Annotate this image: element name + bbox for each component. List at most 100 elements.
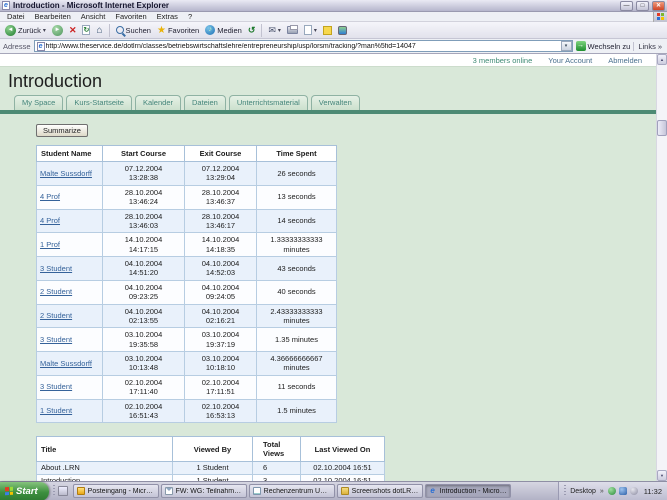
go-button[interactable]: → Wechseln zu xyxy=(575,41,630,51)
edit-dropdown-icon: ▾ xyxy=(313,27,317,34)
session-exit-cell-time: 17:11:51 xyxy=(206,387,235,397)
menu-item-extras[interactable]: Extras xyxy=(152,12,183,21)
vertical-scrollbar[interactable]: ▲ ▼ xyxy=(656,54,667,481)
start-button[interactable]: Start xyxy=(0,481,49,500)
home-button[interactable]: ⌂ xyxy=(94,24,104,37)
links-toolbar[interactable]: Links » xyxy=(633,41,664,51)
session-exit-cell: 14.10.2004 14:18:35 xyxy=(184,232,257,257)
page-title: Introduction xyxy=(8,71,103,91)
search-icon xyxy=(115,26,124,34)
tray-grip[interactable] xyxy=(564,485,567,497)
student-link[interactable]: 3 Student xyxy=(40,382,72,391)
session-row: 4 Prof 28.10.2004 13:46:03 28.10.2004 13:46:… xyxy=(36,208,337,234)
tray-chevron-icon[interactable]: » xyxy=(600,488,604,495)
student-link[interactable]: 1 Student xyxy=(40,406,72,415)
tray-volume-icon[interactable] xyxy=(629,487,638,495)
tray-status-green-icon[interactable] xyxy=(607,487,616,495)
close-button[interactable]: ✕ xyxy=(652,0,665,11)
media-button[interactable]: ♪ Medien xyxy=(203,24,244,36)
student-link[interactable]: Malte Sussdorff xyxy=(40,169,92,178)
menu-item-ansicht[interactable]: Ansicht xyxy=(76,12,111,21)
student-link[interactable]: 4 Prof xyxy=(40,192,60,201)
history-button[interactable]: ↺ xyxy=(246,24,258,37)
quick-launch-grip[interactable] xyxy=(52,485,55,497)
student-link[interactable]: Malte Sussdorff xyxy=(40,359,92,368)
taskbar-clock: 11:32 xyxy=(643,486,662,496)
student-link[interactable]: 1 Prof xyxy=(40,240,60,249)
show-desktop-icon[interactable] xyxy=(57,486,68,496)
student-link[interactable]: 3 Student xyxy=(40,335,72,344)
student-link[interactable]: 4 Prof xyxy=(40,216,60,225)
edit-page-icon xyxy=(303,25,312,35)
messenger-icon xyxy=(337,25,347,35)
tab-my-space[interactable]: My Space xyxy=(14,95,64,110)
session-start-cell: 02.10.2004 17:11:40 xyxy=(102,374,185,400)
tab-unterrichtsmaterial[interactable]: Unterrichtsmaterial xyxy=(228,95,308,110)
search-button[interactable]: Suchen xyxy=(114,25,153,36)
menu-item-datei[interactable]: Datei xyxy=(2,12,30,21)
session-start-cell-date: 14.10.2004 xyxy=(124,235,163,245)
session-start-cell-date: 03.10.2004 xyxy=(124,330,163,340)
restore-button[interactable]: □ xyxy=(636,0,649,11)
forward-button[interactable]: ► xyxy=(50,24,65,37)
address-input[interactable] xyxy=(44,42,561,50)
address-dropdown-button[interactable]: ▾ xyxy=(560,41,572,51)
taskbar-task-screenshots-dotlrn[interactable]: Screenshots dotLRN... xyxy=(336,484,423,498)
favorites-button[interactable]: ★ Favoriten xyxy=(155,24,201,37)
taskbar-task-rechenzentrum-uni-k[interactable]: Rechenzentrum Uni K... xyxy=(248,484,335,498)
tab-verwalten[interactable]: Verwalten xyxy=(310,95,360,110)
sessions-table-header: Student Name Start Course Exit Course Time … xyxy=(36,145,337,162)
views-title-cell: Introduction xyxy=(36,473,173,481)
tab-kalender[interactable]: Kalender xyxy=(134,95,181,110)
session-start-cell-time: 13:46:24 xyxy=(128,197,159,207)
toolbar-separator xyxy=(261,23,263,37)
taskbar-task-introduction-micros[interactable]: e Introduction - Micros... xyxy=(424,484,511,498)
windows-start-logo-icon xyxy=(5,486,13,496)
session-exit-cell-date: 02.10.2004 xyxy=(201,377,240,387)
tab-dateien[interactable]: Dateien xyxy=(184,95,226,110)
refresh-button[interactable]: ↻ xyxy=(80,24,92,36)
menu-items: Datei Bearbeiten Ansicht Favoriten Extras? xyxy=(2,12,197,21)
sessions-header-student-name: Student Name xyxy=(36,145,103,162)
views-header-viewed-by: Viewed By xyxy=(172,436,253,463)
address-field: e ▾ xyxy=(33,40,573,52)
mail-button[interactable]: ✉ ▾ xyxy=(266,24,283,37)
student-link[interactable]: 2 Student xyxy=(40,287,72,296)
minimize-button[interactable]: — xyxy=(620,0,633,11)
session-exit-cell-time: 13:46:17 xyxy=(205,220,236,230)
menu-item-item[interactable]: ? xyxy=(183,12,197,21)
page-body: Summarize Student Name Start Course Exit C… xyxy=(0,114,656,481)
session-start-cell-date: 04.10.2004 xyxy=(124,306,163,316)
tab-kurs-startseite[interactable]: Kurs-Startseite xyxy=(66,95,132,110)
discuss-button[interactable] xyxy=(321,25,334,36)
stop-button[interactable]: ✕ xyxy=(67,24,79,37)
menu-item-bearbeiten[interactable]: Bearbeiten xyxy=(30,12,76,21)
summarize-button[interactable]: Summarize xyxy=(36,124,88,137)
scroll-down-button[interactable]: ▼ xyxy=(657,470,667,481)
session-exit-cell: 28.10.2004 13:46:37 xyxy=(184,184,257,210)
portal-top-strip: 3 members online Your Account Abmelden xyxy=(0,54,656,67)
edit-button[interactable]: ▾ xyxy=(302,24,319,36)
back-button[interactable]: ◄ Zurück ▾ xyxy=(3,24,48,37)
session-exit-cell-date: 28.10.2004 xyxy=(201,211,240,221)
student-link[interactable]: 3 Student xyxy=(40,264,72,273)
print-button[interactable] xyxy=(285,25,300,35)
tray-network-icon[interactable] xyxy=(618,487,627,495)
session-start-cell: 28.10.2004 13:46:03 xyxy=(102,208,185,234)
taskbar: Start Posteingang - Micros... FW: WG: Tei… xyxy=(0,481,667,500)
views-viewedby-cell: 1 Student xyxy=(172,473,253,481)
student-link[interactable]: 2 Student xyxy=(40,311,72,320)
logout-link[interactable]: Abmelden xyxy=(608,56,642,65)
desktop-screen: e Introduction - Microsoft Internet Expl… xyxy=(0,0,667,500)
taskbar-task-posteingang-micros[interactable]: Posteingang - Micros... xyxy=(72,484,159,498)
back-icon: ◄ xyxy=(5,24,16,36)
desktop-toolbar-label[interactable]: Desktop xyxy=(570,488,596,495)
messenger-button[interactable] xyxy=(336,25,349,36)
scrollbar-thumb[interactable] xyxy=(657,120,667,136)
sessions-header-exit-course: Exit Course xyxy=(184,145,257,162)
scroll-up-button[interactable]: ▲ xyxy=(657,54,667,65)
portal-tabs: My Space Kurs-Startseite Kalender Dateien Un… xyxy=(14,95,656,110)
taskbar-task-fw-wg-teilnahme-v[interactable]: FW: WG: Teilnahme v... xyxy=(160,484,247,498)
menu-item-favoriten[interactable]: Favoriten xyxy=(110,12,151,21)
your-account-link[interactable]: Your Account xyxy=(548,56,592,65)
